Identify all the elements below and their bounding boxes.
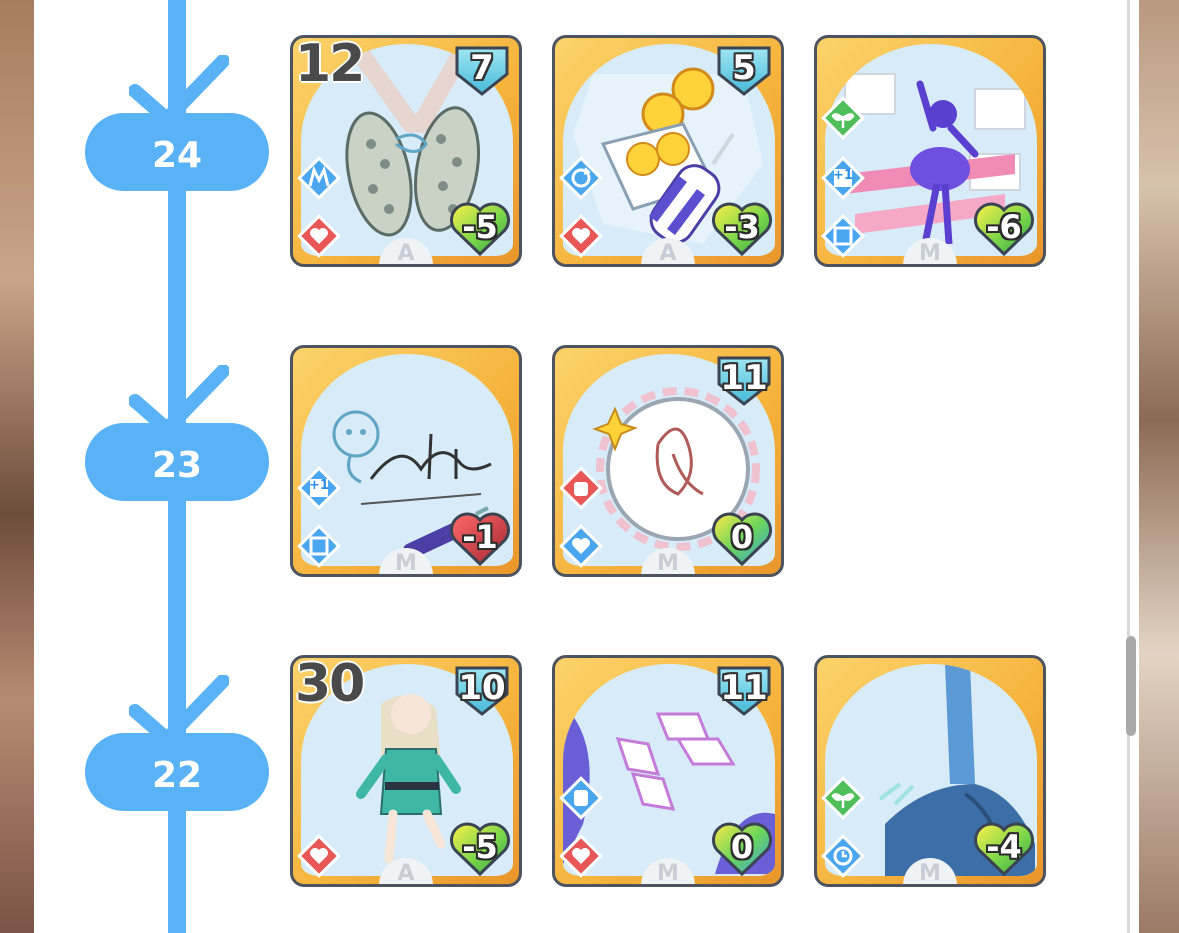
card-count: 12 [295, 35, 365, 94]
heart-value-badge: -3 [709, 198, 775, 258]
cost-value: 11 [720, 358, 768, 398]
square-badge-icon [297, 524, 341, 568]
heart-value: -5 [462, 828, 498, 866]
plus-one-badge: +1 [297, 466, 341, 510]
clock-badge-icon [821, 834, 865, 878]
heart-break-badge-icon [297, 214, 341, 258]
skill-card-crystal-shards[interactable]: 11 0 M [552, 655, 784, 887]
heart-value-badge: -4 [971, 818, 1037, 878]
heart-value: 0 [730, 828, 754, 866]
cost-badge: 11 [715, 354, 773, 408]
cost-badge: 5 [715, 44, 773, 98]
cost-badge: 11 [715, 664, 773, 718]
plus-one-label: +1 [833, 168, 853, 183]
card-count: 30 [295, 655, 365, 714]
fist-x-badge-icon [559, 466, 603, 510]
sprout-badge-icon [821, 96, 865, 140]
skill-card-running-girl[interactable]: 30 10 -5 A [290, 655, 522, 887]
heart-plus-badge-icon [559, 524, 603, 568]
cost-value: 10 [458, 668, 506, 708]
background-right-edge [1139, 0, 1179, 933]
skill-card-tambourine[interactable]: 11 0 M [552, 345, 784, 577]
cycle-badge-icon [559, 156, 603, 200]
heart-value-badge: 0 [709, 818, 775, 878]
heart-value: -1 [462, 518, 498, 556]
skill-card-kick[interactable]: -4 M [814, 655, 1046, 887]
level-number: 23 [151, 444, 203, 486]
cost-value: 5 [732, 48, 756, 88]
m-badge-icon [297, 156, 341, 200]
heart-value: -4 [986, 828, 1022, 866]
cost-badge: 7 [453, 44, 511, 98]
heart-value: 0 [730, 518, 754, 556]
heart-value-badge: -5 [447, 198, 513, 258]
heart-value-badge: -1 [447, 508, 513, 568]
scrollbar-thumb[interactable] [1126, 636, 1136, 736]
background-left-edge [0, 0, 34, 933]
sprout-badge-icon [821, 776, 865, 820]
skill-card-drink[interactable]: 5 -3 A [552, 35, 784, 267]
heart-value-badge: -5 [447, 818, 513, 878]
cost-badge: 10 [453, 664, 511, 718]
level-badge: 22 [85, 733, 269, 811]
skill-card-dancer[interactable]: +1 -6 M [814, 35, 1046, 267]
heart-value: -3 [724, 208, 760, 246]
heart-value-badge: 0 [709, 508, 775, 568]
heart-value: -6 [986, 208, 1022, 246]
heart-value-badge: -6 [971, 198, 1037, 258]
plus-one-label: +1 [309, 478, 329, 493]
level-badge: 23 [85, 423, 269, 501]
level-row-23: 23 [85, 365, 269, 501]
level-badge: 24 [85, 113, 269, 191]
level-number: 24 [151, 134, 203, 176]
cost-value: 11 [720, 668, 768, 708]
heart-break-badge-icon [559, 834, 603, 878]
cost-value: 7 [470, 48, 494, 88]
fist-badge-icon [559, 776, 603, 820]
level-number: 22 [151, 754, 203, 796]
heart-value: -5 [462, 208, 498, 246]
skill-card-autograph[interactable]: +1 -1 M [290, 345, 522, 577]
heart-break-badge-icon [297, 834, 341, 878]
level-row-24: 24 [85, 55, 269, 191]
square-badge-icon [821, 214, 865, 258]
level-row-22: 22 [85, 675, 269, 811]
scrollbar-track[interactable] [1127, 0, 1130, 933]
heart-break-badge-icon [559, 214, 603, 258]
plus-one-badge: +1 [821, 156, 865, 200]
skill-card-sneakers[interactable]: 12 7 -5 A [290, 35, 522, 267]
